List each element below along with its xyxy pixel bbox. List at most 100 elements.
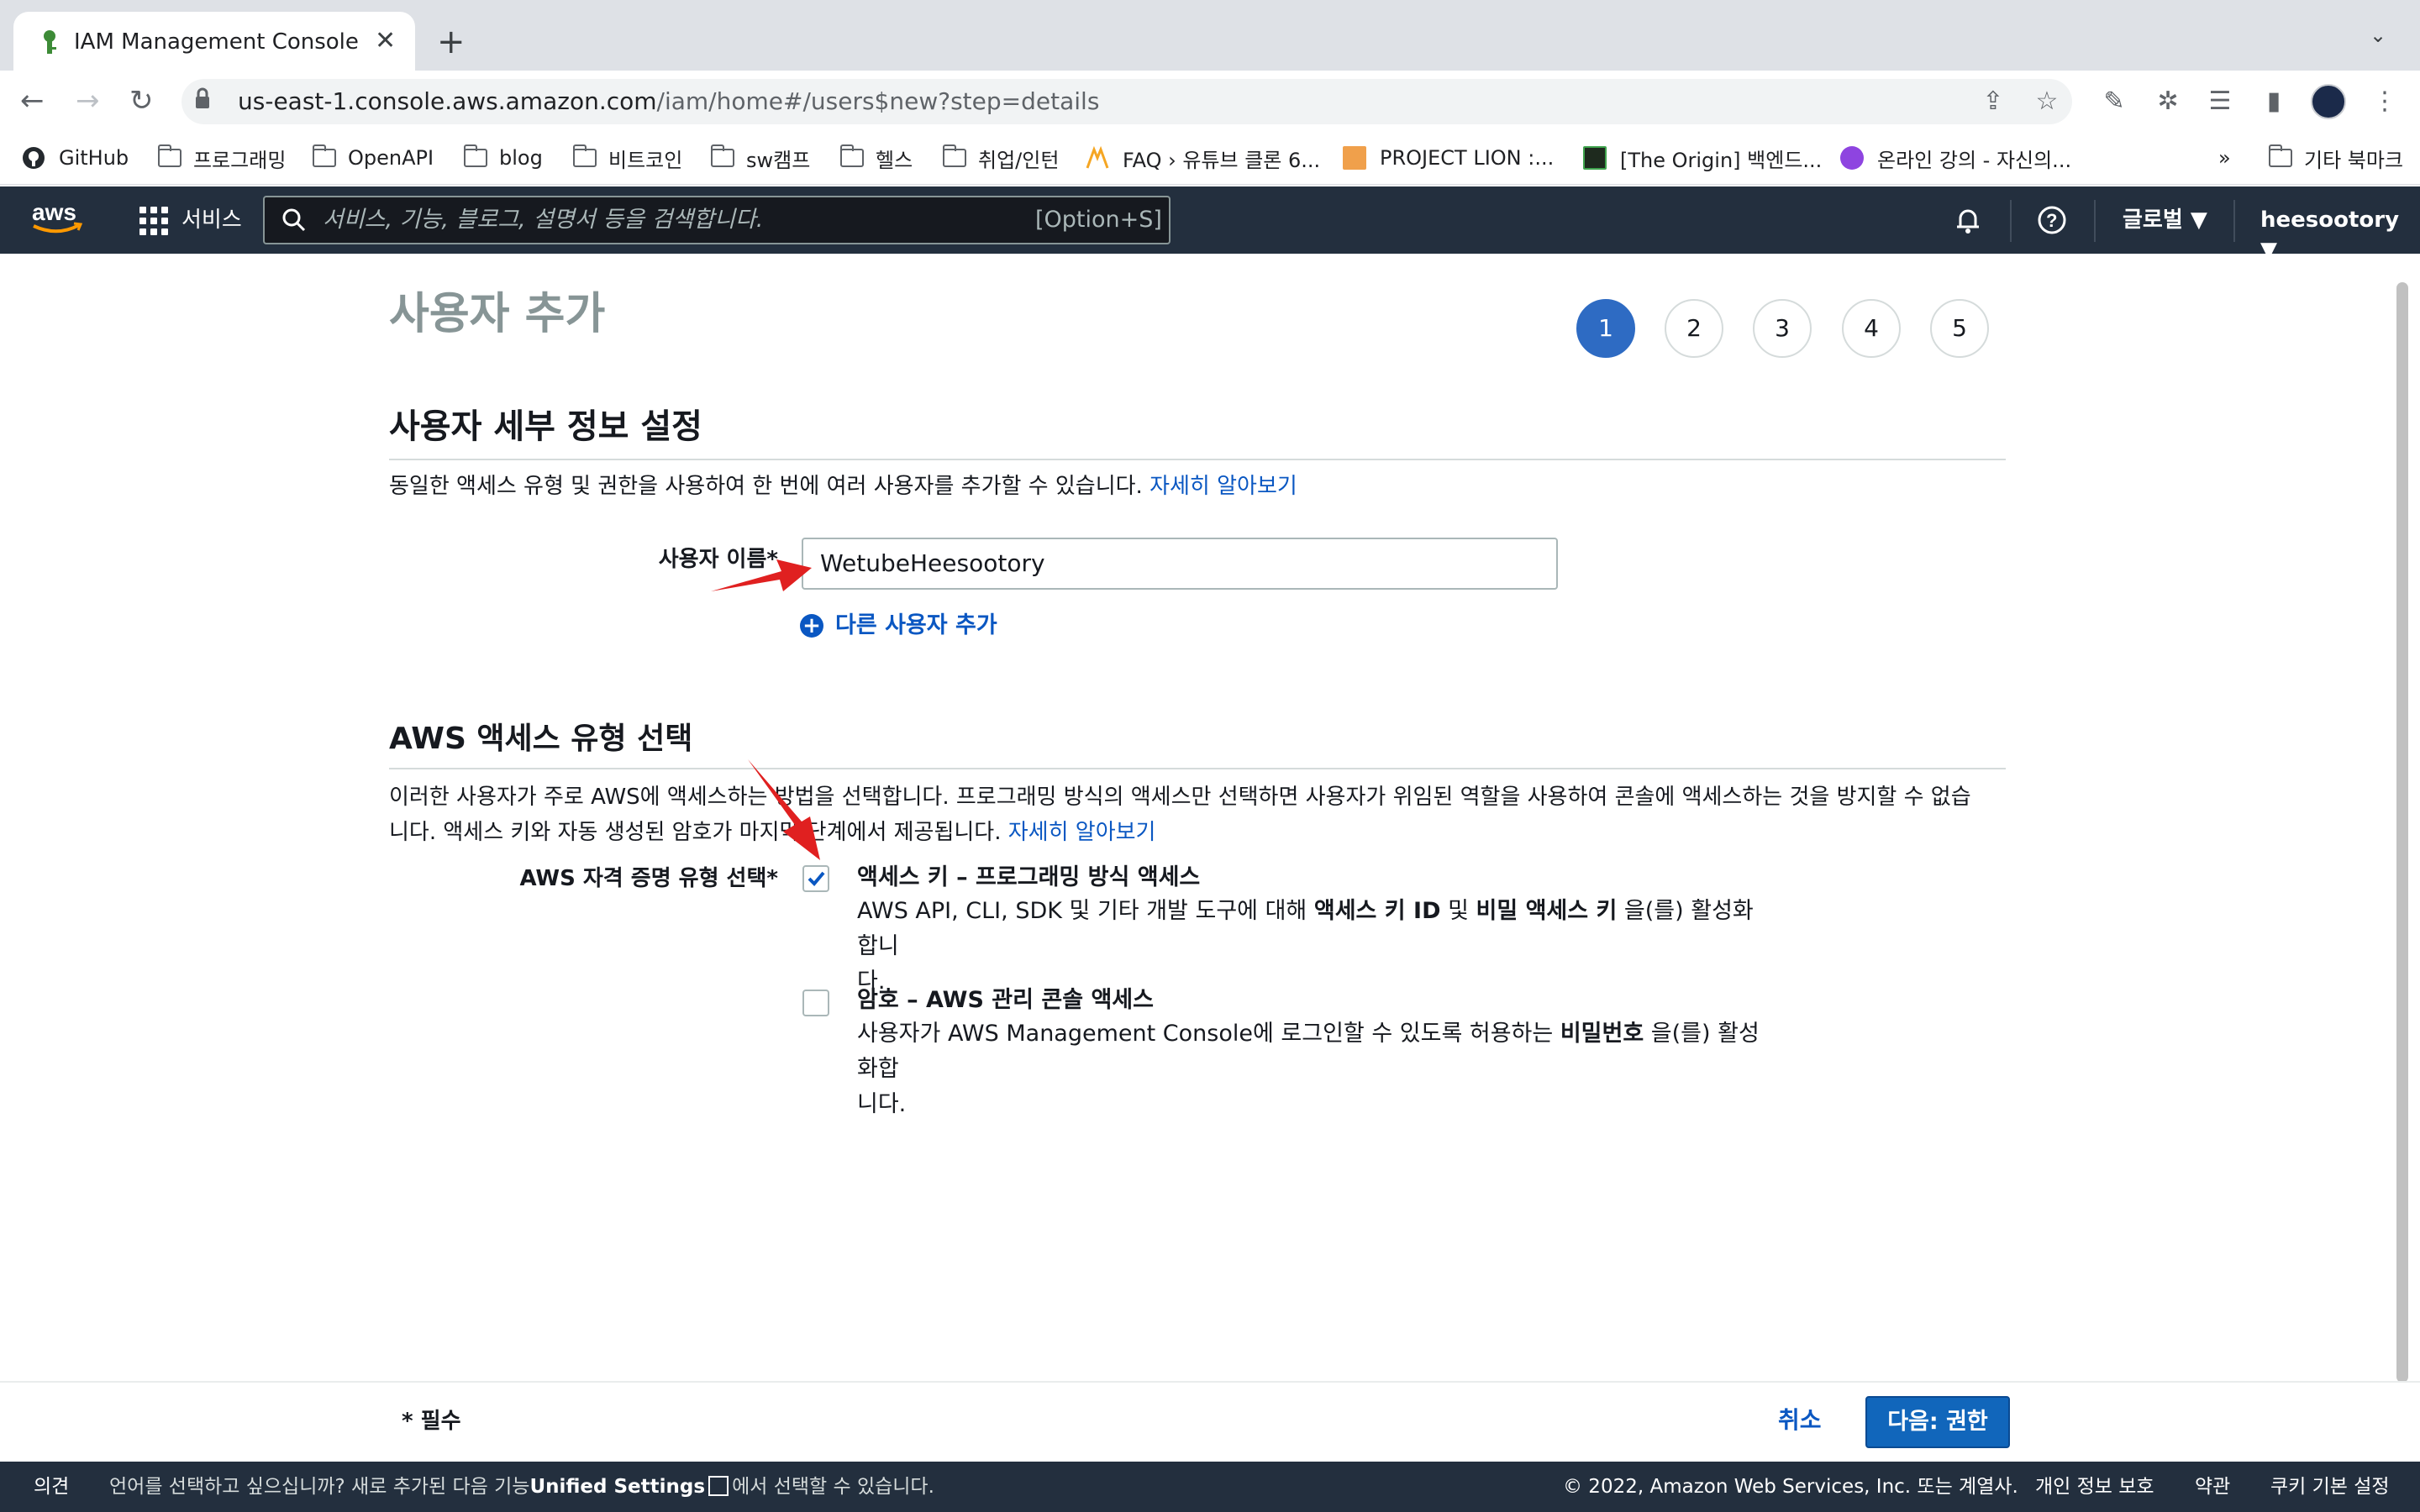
reload-icon[interactable]: ↻ (129, 84, 154, 118)
lion-square-icon (1343, 146, 1366, 170)
nav-divider (2094, 200, 2096, 242)
section-divider (389, 459, 2006, 460)
extensions-puzzle-icon[interactable]: ✲ (2153, 87, 2183, 117)
wizard-footer (0, 1381, 2420, 1462)
copyright-text: © 2022, Amazon Web Services, Inc. 또는 계열사… (1563, 1476, 2018, 1498)
access-type-description: 이러한 사용자가 주로 AWS에 액세스하는 방법을 선택합니다. 프로그래밍 … (389, 785, 1971, 845)
credential-type-label: AWS 자격 증명 유형 선택* (519, 866, 778, 891)
bookmark-folder-programming[interactable]: 프로그래밍 (158, 141, 286, 175)
tab-search-chevron-icon[interactable]: ⌄ (2370, 24, 2386, 47)
tab-title: IAM Management Console (74, 29, 359, 55)
checkmark-icon (808, 871, 825, 886)
privacy-link[interactable]: 개인 정보 보호 (2035, 1473, 2154, 1500)
bookmark-star-icon[interactable]: ☆ (2032, 87, 2062, 117)
bookmark-github[interactable]: GitHub (22, 141, 129, 175)
learn-more-link[interactable]: 자세히 알아보기 (1008, 820, 1156, 845)
terms-link[interactable]: 약관 (2195, 1473, 2230, 1500)
access-key-checkbox[interactable] (802, 865, 829, 892)
url-text: us-east-1.console.aws.amazon.com/iam/hom… (238, 87, 1100, 115)
github-icon (23, 147, 45, 169)
help-circle-icon[interactable]: ? (2037, 205, 2067, 235)
folder-icon (158, 144, 182, 167)
details-description: 동일한 액세스 유형 및 권한을 사용하여 한 번에 여러 사용자를 추가할 수… (389, 474, 1297, 499)
details-section-heading: 사용자 세부 정보 설정 (389, 407, 702, 446)
password-checkbox[interactable] (802, 990, 829, 1016)
bookmark-online-course[interactable]: 온라인 강의 - 자신의... (1840, 141, 2071, 175)
wizard-step-3[interactable]: 3 (1753, 299, 1812, 358)
tab-close-icon[interactable]: ✕ (375, 27, 396, 55)
bookmark-faq[interactable]: FAQ › 유튜브 클론 6... (1086, 141, 1320, 175)
svg-text:?: ? (2046, 210, 2057, 231)
bookmark-folder-other[interactable]: 기타 북마크 (2269, 141, 2403, 175)
nav-divider (2010, 200, 2012, 242)
search-icon (282, 208, 306, 232)
wizard-step-1[interactable]: 1 (1576, 299, 1635, 358)
folder-icon (313, 144, 336, 167)
bookmark-folder-blog[interactable]: blog (464, 141, 543, 175)
bookmark-folder-jobs[interactable]: 취업/인턴 (943, 141, 1059, 175)
caret-down-icon: ▼ (2190, 207, 2207, 233)
bookmarks-overflow-chevron[interactable]: » (2218, 141, 2231, 175)
password-option-desc: 사용자가 AWS Management Console에 로그인할 수 있도록 … (857, 1021, 1760, 1117)
search-placeholder: 서비스, 기능, 블로그, 설명서 등을 검색합니다. (323, 207, 764, 233)
aws-logo[interactable]: aws (29, 198, 87, 237)
bookmark-the-origin[interactable]: [The Origin] 백엔드... (1583, 141, 1822, 175)
course-site-icon (1840, 146, 1864, 170)
wizard-step-2[interactable]: 2 (1665, 299, 1723, 358)
wizard-step-4[interactable]: 4 (1842, 299, 1901, 358)
wizard-step-5[interactable]: 5 (1930, 299, 1989, 358)
folder-icon (464, 144, 487, 167)
password-option-title: 암호 – AWS 관리 콘솔 액세스 (857, 987, 1154, 1013)
search-shortcut-hint: [Option+S] (1035, 207, 1162, 233)
lock-icon (196, 87, 209, 108)
region-menu-button[interactable]: 글로벌 ▼ (2123, 205, 2207, 235)
folder-icon (573, 144, 597, 167)
unified-settings-link[interactable]: Unified Settings (529, 1476, 705, 1498)
profile-avatar[interactable] (2311, 84, 2346, 119)
bookmark-folder-health[interactable]: 헬스 (840, 141, 913, 175)
learn-more-link[interactable]: 자세히 알아보기 (1150, 474, 1297, 499)
annotation-arrow-checkbox (748, 759, 820, 860)
iam-favicon-icon (44, 30, 56, 54)
account-menu-button[interactable]: heesootory ▼ (2260, 205, 2420, 265)
forward-arrow-icon[interactable]: → (76, 84, 100, 118)
svg-text:aws: aws (32, 199, 76, 225)
more-menu-icon[interactable]: ⋮ (2370, 87, 2400, 117)
services-grid-icon[interactable] (139, 207, 168, 235)
eyedropper-extension-icon[interactable]: ✎ (2099, 87, 2129, 117)
page-title: 사용자 추가 (389, 289, 606, 339)
section-divider (389, 768, 2006, 769)
access-key-option-title: 액세스 키 – 프로그래밍 방식 액세스 (857, 864, 1201, 890)
cookie-preferences-link[interactable]: 쿠키 기본 설정 (2270, 1473, 2390, 1500)
bookmark-project-lion[interactable]: PROJECT LION :... (1343, 141, 1554, 175)
language-notice: 언어를 선택하고 싶으십니까? 새로 추가된 다음 기능Unified Sett… (109, 1476, 934, 1498)
add-another-user-link[interactable]: + 다른 사용자 추가 (800, 610, 997, 642)
annotation-arrow-username (711, 559, 812, 591)
folder-icon (943, 144, 966, 167)
new-tab-icon[interactable]: + (437, 24, 466, 60)
next-permissions-button[interactable]: 다음: 권한 (1865, 1396, 2010, 1448)
plus-circle-icon: + (800, 614, 823, 638)
required-note: * 필수 (402, 1409, 461, 1434)
nomad-logo-icon (1086, 146, 1109, 169)
share-icon[interactable]: ⇪ (1978, 87, 2008, 117)
access-key-option: 액세스 키 – 프로그래밍 방식 액세스 AWS API, CLI, SDK 및… (857, 862, 1765, 1000)
side-panel-icon[interactable]: ▮ (2259, 87, 2289, 117)
access-type-heading: AWS 액세스 유형 선택 (389, 722, 693, 756)
folder-icon (2269, 144, 2292, 167)
media-queue-icon[interactable]: ☰ (2205, 87, 2235, 117)
bookmark-folder-openapi[interactable]: OpenAPI (313, 141, 434, 175)
back-arrow-icon[interactable]: ← (20, 84, 45, 118)
nav-divider (2233, 200, 2235, 242)
page-scrollbar[interactable] (2396, 282, 2408, 1383)
feedback-link[interactable]: 의견 (34, 1473, 69, 1500)
terminal-image-icon (1583, 146, 1607, 170)
username-input[interactable]: WetubeHeesootory (802, 538, 1558, 590)
browser-tab[interactable]: IAM Management Console ✕ (13, 12, 415, 71)
bookmark-folder-bitcoin[interactable]: 비트코인 (573, 141, 682, 175)
services-menu-button[interactable]: 서비스 (182, 205, 242, 235)
cancel-button[interactable]: 취소 (1778, 1404, 1822, 1436)
folder-icon (840, 144, 864, 167)
bookmark-folder-swcamp[interactable]: sw캠프 (711, 141, 810, 175)
notifications-bell-icon[interactable] (1953, 205, 1983, 235)
